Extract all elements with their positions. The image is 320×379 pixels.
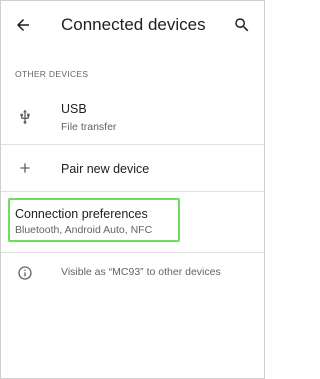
pair-new-device-row[interactable]: Pair new device: [1, 145, 264, 191]
usb-title: USB: [61, 102, 87, 116]
app-bar: Connected devices: [1, 1, 264, 49]
section-header-other-devices: OTHER DEVICES: [15, 69, 89, 79]
connection-preferences-subtitle: Bluetooth, Android Auto, NFC: [15, 224, 153, 236]
plus-icon: [15, 158, 35, 178]
back-button[interactable]: [11, 13, 35, 37]
connection-preferences-title: Connection preferences: [15, 207, 148, 221]
visibility-info-text: Visible as “MC93” to other devices: [61, 266, 221, 278]
connection-preferences-row[interactable]: [1, 192, 264, 252]
usb-icon: [15, 107, 35, 127]
info-icon: [15, 263, 35, 283]
usb-row[interactable]: USB File transfer: [1, 91, 264, 143]
page-title: Connected devices: [61, 15, 206, 34]
usb-subtitle: File transfer: [61, 121, 117, 133]
search-icon: [235, 18, 249, 32]
settings-screen: Connected devices OTHER DEVICES USB File…: [0, 0, 265, 379]
search-button[interactable]: [230, 13, 254, 37]
arrow-left-icon: [17, 19, 29, 31]
divider: [1, 252, 264, 253]
pair-new-device-title: Pair new device: [61, 162, 150, 176]
